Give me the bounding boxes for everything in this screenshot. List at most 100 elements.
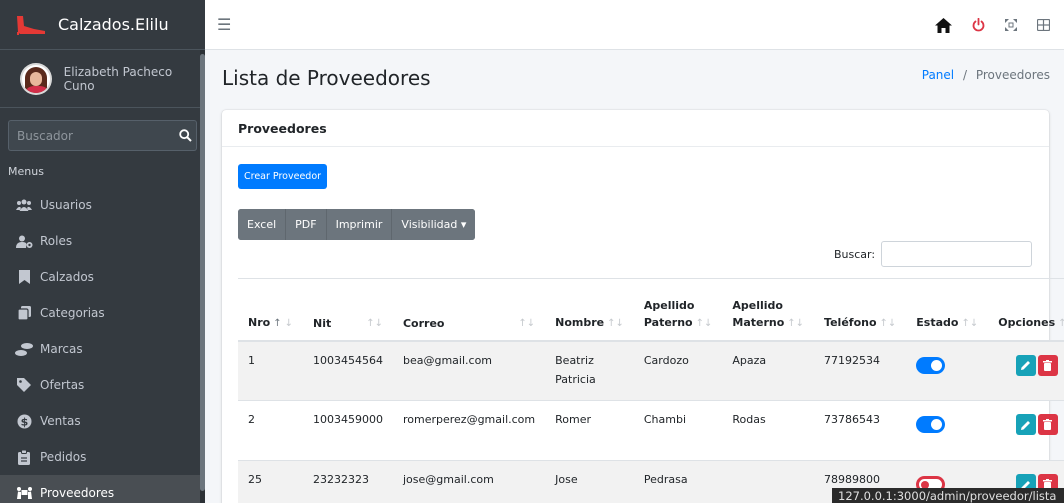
grid-icon[interactable]	[1037, 19, 1050, 31]
cell-nit: 1003459000	[302, 400, 393, 461]
bookmark-icon	[15, 270, 33, 284]
sidebar-item-label: Ventas	[40, 414, 81, 428]
sort-icon: ↑↓	[787, 317, 805, 329]
breadcrumb-link-panel[interactable]: Panel	[922, 68, 954, 82]
people-carry-icon	[15, 487, 33, 499]
delete-button[interactable]	[1037, 354, 1058, 376]
status-toggle[interactable]	[916, 416, 946, 433]
sidebar-scrollbar[interactable]	[200, 50, 205, 503]
col-nombre[interactable]: Nombre ↑↓	[545, 278, 634, 342]
sidebar-item-calzados[interactable]: Calzados	[0, 259, 205, 295]
create-provider-button[interactable]: Crear Proveedor	[238, 164, 328, 189]
sort-icon: ↑↓	[607, 317, 624, 329]
col-nro[interactable]: Nro ↑ ↓	[238, 278, 303, 342]
brand-text: Calzados.Elilu	[58, 15, 169, 34]
col-correo[interactable]: Correo ↑↓	[392, 278, 546, 342]
col-telefono[interactable]: Teléfono ↑↓	[814, 278, 907, 342]
fullscreen-icon[interactable]	[1005, 19, 1017, 31]
sidebar-item-categorias[interactable]: Categorias	[0, 295, 205, 331]
card-title: Proveedores	[222, 110, 1049, 147]
cell-nit: 23232323	[302, 460, 393, 503]
avatar	[20, 62, 52, 95]
visibility-dropdown[interactable]: Visibilidad ▾	[392, 209, 476, 240]
search-icon	[179, 129, 192, 142]
page-title: Lista de Proveedores	[222, 66, 431, 90]
cell-telefono: 77192534	[814, 340, 907, 401]
cell-opciones	[988, 340, 1064, 401]
sidebar: Calzados.Elilu Elizabeth Pacheco Cuno Me…	[0, 0, 205, 503]
cell-nro: 1	[238, 340, 303, 401]
col-nit[interactable]: Nit ↑↓	[302, 278, 393, 342]
users-icon	[15, 199, 33, 211]
sidebar-item-ventas[interactable]: $ Ventas	[0, 403, 205, 439]
sidebar-item-label: Calzados	[40, 270, 94, 284]
cell-correo: jose@gmail.com	[392, 460, 546, 503]
sort-icon: ↑↓	[1058, 317, 1064, 329]
cell-nombre: Jose	[545, 460, 634, 503]
table-search-input[interactable]	[881, 241, 1032, 267]
col-opciones[interactable]: Opciones↑↓	[988, 278, 1064, 342]
providers-card: Proveedores Crear Proveedor Excel PDF Im…	[222, 110, 1064, 503]
sidebar-search-button[interactable]	[175, 120, 197, 151]
cell-materno: Rodas	[722, 400, 815, 461]
user-name: Elizabeth Pacheco Cuno	[63, 64, 173, 93]
sidebar-item-proveedores[interactable]: Proveedores	[0, 475, 205, 503]
cell-materno: Apaza	[722, 340, 815, 401]
sidebar-search	[8, 120, 197, 151]
excel-button[interactable]: Excel	[238, 209, 287, 240]
col-apellido-materno[interactable]: Apellido Materno ↑↓	[722, 278, 815, 342]
sidebar-item-usuarios[interactable]: Usuarios	[0, 187, 205, 223]
copy-icon	[15, 306, 33, 320]
clipboard-icon	[15, 449, 33, 465]
pdf-button[interactable]: PDF	[286, 209, 327, 240]
status-toggle[interactable]	[916, 356, 946, 374]
shoe-logo-icon	[17, 15, 45, 35]
cell-telefono: 73786543	[814, 400, 907, 461]
cell-opciones	[988, 400, 1064, 461]
dollar-circle-icon: $	[15, 414, 33, 429]
user-panel[interactable]: Elizabeth Pacheco Cuno	[0, 50, 205, 108]
edit-button[interactable]	[1015, 414, 1036, 435]
sidebar-item-ofertas[interactable]: Ofertas	[0, 367, 205, 403]
table-search-label: Buscar:	[834, 248, 876, 261]
cell-nro: 25	[238, 460, 303, 503]
table-row: 1 1003454564 bea@gmail.com Beatriz Patric…	[238, 340, 1064, 401]
edit-button[interactable]	[1015, 354, 1036, 376]
cell-paterno: Cardozo	[633, 340, 723, 401]
sidebar-item-roles[interactable]: Roles	[0, 223, 205, 259]
menu-header: Menus	[8, 165, 44, 178]
brand[interactable]: Calzados.Elilu	[0, 0, 205, 50]
svg-text:$: $	[20, 415, 28, 428]
sort-icon: ↑↓	[518, 317, 536, 329]
delete-button[interactable]	[1037, 414, 1058, 435]
col-apellido-paterno[interactable]: Apellido Paterno ↑↓	[633, 278, 723, 342]
sidebar-item-marcas[interactable]: Marcas	[0, 331, 205, 367]
pencil-icon	[1020, 420, 1030, 430]
cell-estado	[906, 400, 989, 461]
shoe-prints-icon	[15, 342, 33, 356]
print-button[interactable]: Imprimir	[326, 209, 393, 240]
cell-correo: romerperez@gmail.com	[392, 400, 546, 461]
status-url-tooltip: 127.0.0.1:3000/admin/proveedor/lista	[832, 488, 1064, 503]
sidebar-item-label: Pedidos	[40, 450, 87, 464]
col-estado[interactable]: Estado ↑↓	[906, 278, 989, 342]
cell-paterno: Pedrasa	[633, 460, 723, 503]
user-gear-icon	[15, 235, 33, 248]
cell-nombre: Romer	[545, 400, 634, 461]
table-header-row: Nro ↑ ↓ Nit ↑↓ Correo ↑↓ Nombre ↑↓ Apellido Pa…	[238, 278, 1064, 342]
sidebar-item-pedidos[interactable]: Pedidos	[0, 439, 205, 475]
power-icon[interactable]	[972, 18, 985, 32]
sort-icon: ↑↓	[879, 317, 897, 329]
sort-icon: ↑↓	[961, 317, 979, 329]
sidebar-search-input[interactable]	[8, 120, 175, 151]
home-icon[interactable]	[935, 17, 952, 33]
sidebar-item-label: Ofertas	[40, 378, 85, 392]
tag-icon	[15, 378, 33, 392]
cell-nombre: Beatriz Patricia	[545, 340, 634, 401]
menu-toggle-icon[interactable]: ☰	[217, 15, 231, 34]
sort-icon: ↑↓	[366, 317, 383, 329]
sort-icon: ↑↓	[695, 317, 713, 329]
export-button-group: Excel PDF Imprimir Visibilidad ▾	[238, 209, 476, 240]
providers-table: Nro ↑ ↓ Nit ↑↓ Correo ↑↓ Nombre ↑↓ Apellido Pa…	[238, 278, 1064, 503]
breadcrumb-separator: /	[962, 68, 967, 82]
